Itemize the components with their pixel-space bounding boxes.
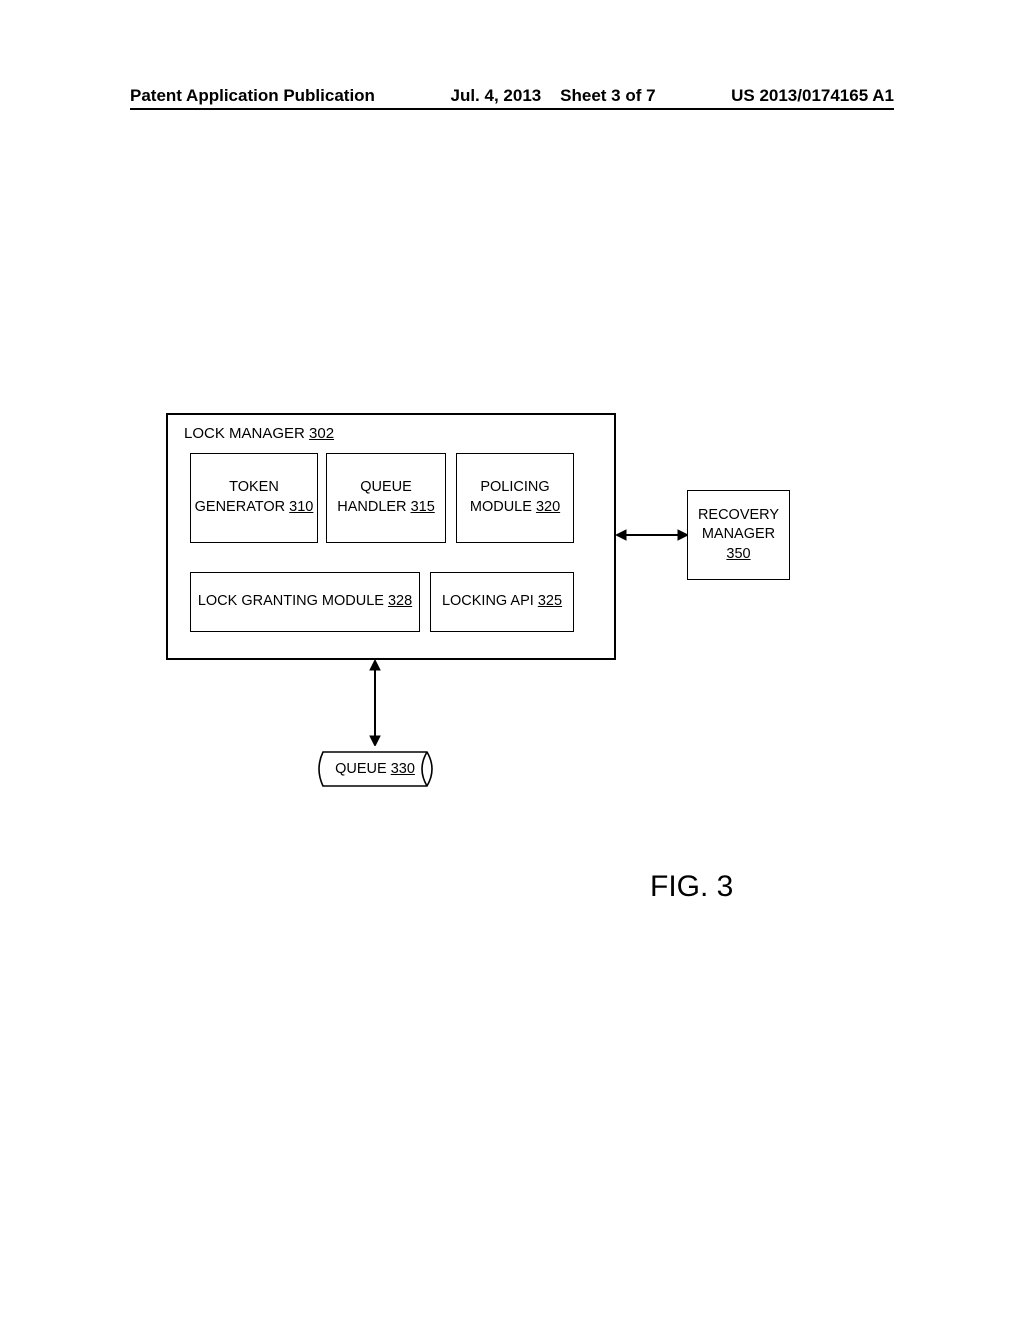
header-date: Jul. 4, 2013 [451,86,542,105]
locking-api-box: LOCKING API 325 [430,572,574,632]
page-header: Patent Application Publication Jul. 4, 2… [0,86,1024,106]
lock-manager-ref: 302 [309,425,334,442]
policing-module-ref: 320 [536,499,560,515]
queue-handler-box: QUEUEHANDLER 315 [326,453,446,543]
queue-text: QUEUE [335,761,387,777]
queue-ref: 330 [391,761,415,777]
lock-manager-title: LOCK MANAGER 302 [184,425,334,442]
locking-api-ref: 325 [538,593,562,609]
queue-handler-ref: 315 [411,499,435,515]
lock-granting-ref: 328 [388,593,412,609]
locking-api-text: LOCKING API [442,593,534,609]
connector-lockmgr-recovery [616,525,688,545]
recovery-manager-box: RECOVERYMANAGER350 [687,490,790,580]
lock-granting-text: LOCK GRANTING MODULE [198,593,384,609]
token-generator-ref: 310 [289,499,313,515]
header-pubnumber: US 2013/0174165 A1 [731,86,894,106]
queue-handler-label: QUEUEHANDLER 315 [337,478,435,517]
lock-granting-box: LOCK GRANTING MODULE 328 [190,572,420,632]
token-generator-box: TOKEN GENERATOR TOKENGENERATOR 310 [190,453,318,543]
queue-db: QUEUE 330 [315,744,435,794]
policing-module-label: POLICINGMODULE 320 [470,478,560,517]
lock-manager-label: LOCK MANAGER [184,425,305,442]
queue-label: QUEUE 330 [315,744,435,794]
header-sheet: Sheet 3 of 7 [560,86,655,105]
header-rule [130,108,894,110]
recovery-manager-label: RECOVERYMANAGER350 [698,506,779,565]
token-generator-label: TOKEN GENERATOR TOKENGENERATOR 310 [195,478,314,517]
connector-lockmgr-queue [365,660,385,746]
lock-manager-box: LOCK MANAGER 302 TOKEN GENERATOR TOKENGE… [166,413,616,660]
header-date-sheet: Jul. 4, 2013 Sheet 3 of 7 [451,86,656,106]
locking-api-label: LOCKING API 325 [442,592,562,612]
lock-granting-label: LOCK GRANTING MODULE 328 [198,592,412,612]
policing-module-box: POLICINGMODULE 320 [456,453,574,543]
header-publication: Patent Application Publication [130,86,375,106]
recovery-manager-ref: 350 [726,546,750,562]
figure-label: FIG. 3 [650,870,733,904]
